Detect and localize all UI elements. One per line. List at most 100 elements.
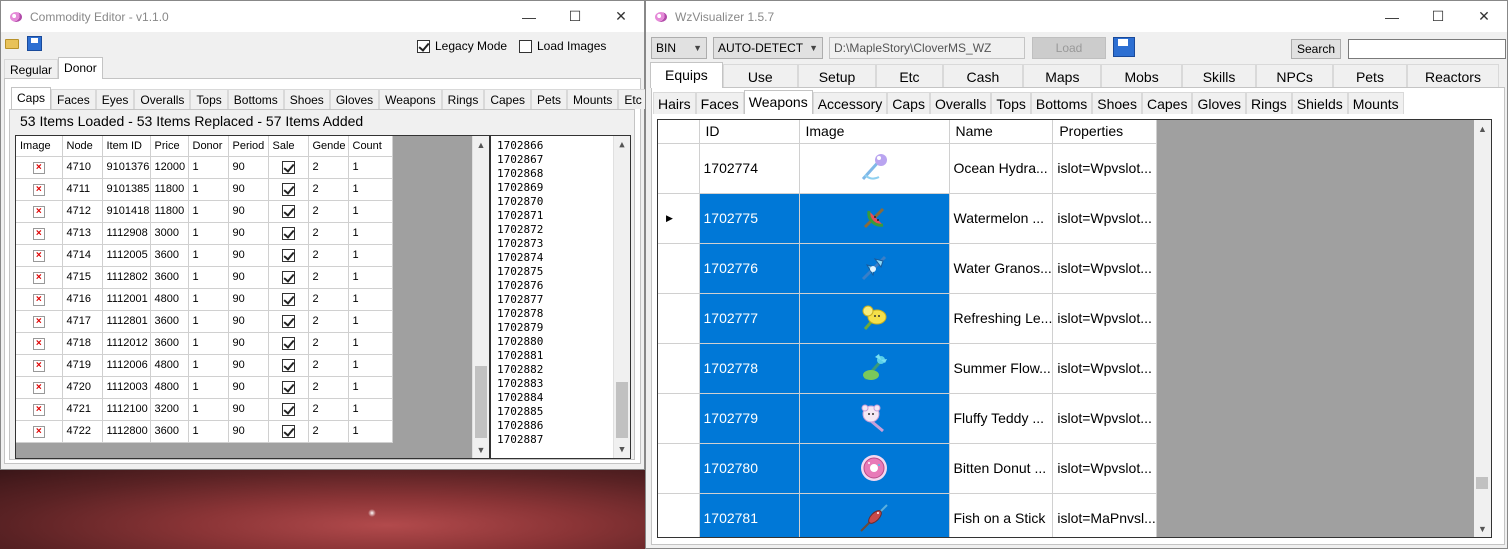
col-price[interactable]: Price: [150, 136, 189, 157]
image-cell[interactable]: ×: [16, 200, 63, 223]
scroll-down-icon[interactable]: ▼: [473, 441, 489, 458]
price-cell[interactable]: 4800: [150, 354, 189, 377]
period-cell[interactable]: 90: [228, 222, 269, 245]
gender-cell[interactable]: 2: [308, 332, 349, 355]
scroll-thumb[interactable]: [1476, 477, 1488, 489]
name-cell[interactable]: Refreshing Le...: [949, 293, 1054, 344]
count-cell[interactable]: 1: [348, 354, 393, 377]
sale-checkbox[interactable]: [281, 248, 295, 262]
period-cell[interactable]: 90: [228, 244, 269, 267]
image-cell[interactable]: [799, 293, 950, 344]
weapons-scrollbar[interactable]: ▲ ▼: [1474, 120, 1491, 537]
gender-cell[interactable]: 2: [308, 420, 349, 443]
sale-cell[interactable]: [268, 398, 309, 421]
col-sale[interactable]: Sale: [268, 136, 309, 157]
table-row[interactable]: 1702774 Ocean Hydra... islot=Wpvslot...: [658, 143, 1157, 194]
sale-cell[interactable]: [268, 200, 309, 223]
sale-cell[interactable]: [268, 332, 309, 355]
search-button[interactable]: Search: [1291, 39, 1341, 59]
col-gender[interactable]: Gende: [308, 136, 349, 157]
scroll-up-icon[interactable]: ▲: [1474, 120, 1491, 137]
sale-checkbox[interactable]: [281, 358, 295, 372]
name-cell[interactable]: Bitten Donut ...: [949, 443, 1054, 494]
title-bar[interactable]: Commodity Editor - v1.1.0 — ☐ ✕: [1, 1, 644, 32]
tab-weapons[interactable]: Weapons: [379, 89, 442, 109]
item-id-cell[interactable]: 1112908: [102, 222, 151, 245]
count-cell[interactable]: 1: [348, 288, 393, 311]
table-row[interactable]: × 4721 1112100 3200 1 90 2 1: [16, 398, 393, 421]
node-cell[interactable]: 4717: [62, 310, 103, 333]
tab-gloves[interactable]: Gloves: [1192, 92, 1247, 114]
id-cell[interactable]: 1702781: [699, 493, 800, 537]
scroll-thumb[interactable]: [475, 366, 487, 438]
load-images-checkbox[interactable]: [519, 39, 532, 53]
col-name[interactable]: Name: [949, 120, 1054, 144]
name-cell[interactable]: Fish on a Stick: [949, 493, 1054, 537]
item-id-cell[interactable]: 1112802: [102, 266, 151, 289]
count-cell[interactable]: 1: [348, 178, 393, 201]
item-id-cell[interactable]: 1112003: [102, 376, 151, 399]
sale-checkbox[interactable]: [281, 292, 295, 306]
maximize-button[interactable]: ☐: [1415, 1, 1461, 32]
table-row[interactable]: 1702778 Summer Flow... islot=Wpvslot...: [658, 343, 1157, 394]
node-cell[interactable]: 4716: [62, 288, 103, 311]
name-cell[interactable]: Water Granos...: [949, 243, 1054, 294]
sale-cell[interactable]: [268, 354, 309, 377]
tab-faces[interactable]: Faces: [51, 89, 96, 109]
tab-pets[interactable]: Pets: [531, 89, 568, 109]
donor-cell[interactable]: 1: [188, 288, 229, 311]
load-button[interactable]: Load: [1032, 37, 1106, 59]
donor-cell[interactable]: 1: [188, 398, 229, 421]
region-select[interactable]: AUTO-DETECT ▼: [713, 37, 823, 59]
sale-cell[interactable]: [268, 222, 309, 245]
table-row[interactable]: × 4714 1112005 3600 1 90 2 1: [16, 244, 393, 267]
count-cell[interactable]: 1: [348, 266, 393, 289]
row-header[interactable]: [658, 143, 700, 194]
tab-capes[interactable]: Capes: [484, 89, 532, 109]
price-cell[interactable]: 4800: [150, 288, 189, 311]
item-id-cell[interactable]: 1112001: [102, 288, 151, 311]
image-cell[interactable]: ×: [16, 354, 63, 377]
items-grid[interactable]: Image Node Item ID Price Donor Period Sa…: [15, 135, 490, 459]
tab-donor[interactable]: Donor: [58, 57, 103, 79]
price-cell[interactable]: 3600: [150, 332, 189, 355]
tab-shields[interactable]: Shields: [1291, 92, 1348, 114]
image-cell[interactable]: ×: [16, 376, 63, 399]
tab-maps[interactable]: Maps: [1023, 64, 1102, 88]
image-cell[interactable]: ×: [16, 310, 63, 333]
table-row[interactable]: 1702777 Refreshing Le... islot=Wpvslot...: [658, 293, 1157, 344]
price-cell[interactable]: 11800: [150, 200, 189, 223]
table-row[interactable]: × 4710 9101376 12000 1 90 2 1: [16, 156, 393, 179]
donor-cell[interactable]: 1: [188, 310, 229, 333]
node-cell[interactable]: 4715: [62, 266, 103, 289]
tab-eyes[interactable]: Eyes: [95, 89, 135, 109]
count-cell[interactable]: 1: [348, 398, 393, 421]
sale-checkbox[interactable]: [281, 204, 295, 218]
item-id-cell[interactable]: 1112012: [102, 332, 151, 355]
image-cell[interactable]: [799, 243, 950, 294]
close-button[interactable]: ✕: [1461, 1, 1507, 32]
table-row[interactable]: × 4717 1112801 3600 1 90 2 1: [16, 310, 393, 333]
node-cell[interactable]: 4722: [62, 420, 103, 443]
image-cell[interactable]: [799, 393, 950, 444]
col-period[interactable]: Period: [228, 136, 269, 157]
format-select[interactable]: BIN ▼: [651, 37, 707, 59]
name-cell[interactable]: Watermelon ...: [949, 193, 1054, 244]
scroll-up-icon[interactable]: ▲: [473, 136, 489, 153]
count-cell[interactable]: 1: [348, 156, 393, 179]
id-cell[interactable]: 1702775: [699, 193, 800, 244]
tab-equips[interactable]: Equips: [650, 62, 723, 88]
sale-cell[interactable]: [268, 288, 309, 311]
image-cell[interactable]: [799, 193, 950, 244]
gender-cell[interactable]: 2: [308, 244, 349, 267]
image-cell[interactable]: ×: [16, 222, 63, 245]
image-cell[interactable]: [799, 143, 950, 194]
properties-cell[interactable]: islot=Wpvslot...: [1052, 193, 1157, 244]
tab-mobs[interactable]: Mobs: [1101, 64, 1182, 88]
donor-cell[interactable]: 1: [188, 266, 229, 289]
node-cell[interactable]: 4714: [62, 244, 103, 267]
name-cell[interactable]: Ocean Hydra...: [949, 143, 1054, 194]
donor-cell[interactable]: 1: [188, 420, 229, 443]
tab-setup[interactable]: Setup: [797, 64, 877, 88]
open-folder-icon[interactable]: [5, 39, 19, 49]
